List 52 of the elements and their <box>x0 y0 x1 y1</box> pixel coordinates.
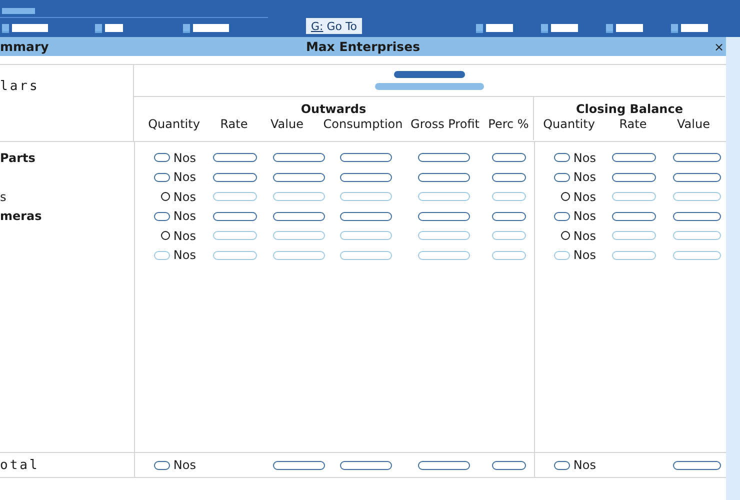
group-heading: Outwards <box>300 102 366 116</box>
unit-text: Nos <box>573 170 596 184</box>
item-name: meras <box>0 209 42 224</box>
redacted-bar[interactable] <box>105 24 123 32</box>
column-heading: Quantity <box>543 117 595 131</box>
redacted-bar[interactable] <box>616 24 643 32</box>
redacted-title <box>2 8 35 14</box>
square-icon <box>183 24 190 32</box>
unit-text: Nos <box>173 150 196 165</box>
unit-text: Nos <box>173 458 196 472</box>
item-name: Parts <box>0 150 36 165</box>
total-label: otal <box>0 458 40 472</box>
redacted-bar[interactable] <box>486 24 513 32</box>
redacted-bar[interactable] <box>681 24 708 32</box>
unit-text: Nos <box>573 150 596 165</box>
redacted-bar <box>154 460 170 470</box>
column-heading: Perc % <box>488 117 529 131</box>
column-heading: Value <box>270 117 304 131</box>
square-icon <box>95 24 102 32</box>
column-heading: Rate <box>619 117 647 131</box>
redacted-bar <box>554 460 570 470</box>
unit-text: Nos <box>573 190 596 204</box>
square-icon <box>606 24 613 32</box>
redacted-bar[interactable] <box>12 24 48 32</box>
redacted-bar[interactable] <box>551 24 578 32</box>
redacted-bar[interactable] <box>193 24 229 32</box>
redacted-bar <box>394 71 465 78</box>
company-title: Max Enterprises <box>306 39 420 54</box>
column-heading: Gross Profit <box>410 117 480 131</box>
column-heading: Value <box>677 117 710 131</box>
unit-text: Nos <box>173 209 196 224</box>
square-icon <box>671 24 678 32</box>
unit-text: Nos <box>573 458 596 472</box>
unit-text: Nos <box>173 228 196 243</box>
item-name: s <box>0 190 6 204</box>
unit-text: Nos <box>173 170 196 184</box>
column-heading: lars <box>0 79 40 94</box>
unit-text: Nos <box>173 190 196 204</box>
unit-text: Nos <box>573 228 596 243</box>
column-heading: Rate <box>220 117 248 131</box>
column-heading: Consumption <box>323 117 403 131</box>
group-heading: Closing Balance <box>576 102 683 116</box>
report-name: mmary <box>0 39 49 54</box>
close-button[interactable]: × <box>714 40 724 54</box>
square-icon <box>2 24 9 32</box>
square-icon <box>541 24 548 32</box>
unit-text: Nos <box>573 248 596 262</box>
unit-text: Nos <box>173 248 196 262</box>
square-icon <box>476 24 483 32</box>
column-heading: Quantity <box>148 117 200 131</box>
unit-text: Nos <box>573 209 596 224</box>
go-to-button[interactable]: G: Go To <box>306 18 362 34</box>
